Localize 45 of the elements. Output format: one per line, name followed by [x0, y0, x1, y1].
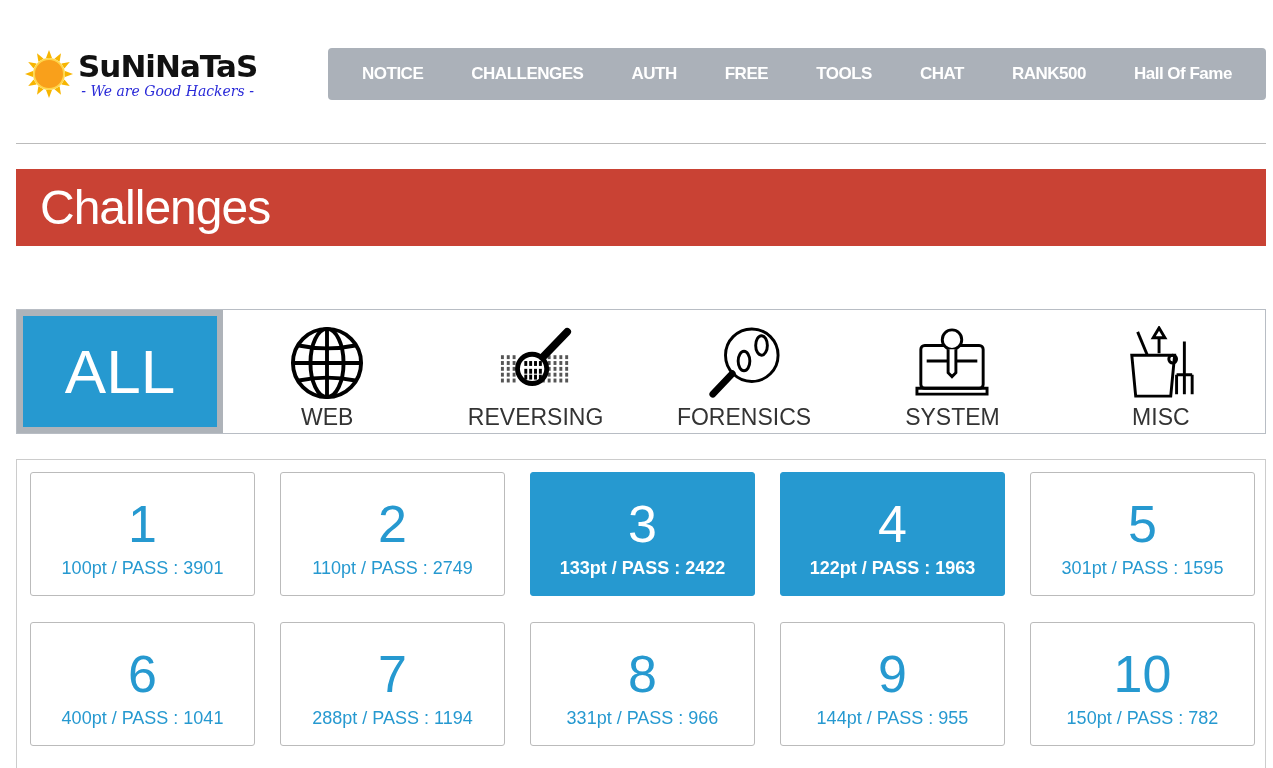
challenge-card[interactable]: 2 110pt / PASS : 2749 [280, 472, 505, 596]
challenge-info: 150pt / PASS : 782 [1066, 707, 1219, 729]
challenge-number: 1 [128, 497, 157, 550]
nav-link[interactable]: Hall Of Fame [1133, 64, 1232, 84]
site-logo-text: SuNiNaTaS [78, 49, 258, 83]
challenge-card[interactable]: 10 150pt / PASS : 782 [1030, 622, 1255, 746]
challenge-card[interactable]: 1 100pt / PASS : 3901 [30, 472, 255, 596]
challenge-number: 5 [1128, 497, 1157, 550]
challenge-card[interactable]: 6 400pt / PASS : 1041 [30, 622, 255, 746]
nav-link[interactable]: CHAT [919, 64, 964, 84]
challenge-info: 100pt / PASS : 3901 [61, 557, 224, 579]
nav-link[interactable]: NOTICE [362, 64, 424, 84]
challenge-number: 7 [378, 647, 407, 700]
page-title: Challenges [40, 180, 271, 235]
challenge-number: 9 [878, 647, 907, 700]
challenge-card[interactable]: 8 331pt / PASS : 966 [530, 622, 755, 746]
nav-link[interactable]: AUTH [631, 64, 677, 84]
challenge-number: 3 [628, 497, 657, 550]
site-tagline: - We are Good Hackers - [81, 83, 254, 99]
challenge-card[interactable]: 4 122pt / PASS : 1963 [780, 472, 1005, 596]
challenge-number: 8 [628, 647, 657, 700]
challenge-number: 2 [378, 497, 407, 550]
challenge-card[interactable]: 7 288pt / PASS : 1194 [280, 622, 505, 746]
nav-link[interactable]: FREE [724, 64, 769, 84]
challenge-card[interactable]: 9 144pt / PASS : 955 [780, 622, 1005, 746]
challenge-info: 331pt / PASS : 966 [566, 707, 719, 729]
category-tab[interactable]: ALL [17, 310, 223, 433]
nav-link[interactable]: TOOLS [816, 64, 872, 84]
challenge-info: 133pt / PASS : 2422 [559, 557, 726, 579]
challenge-card[interactable]: 3 133pt / PASS : 2422 [530, 472, 755, 596]
challenge-info: 110pt / PASS : 2749 [312, 557, 473, 579]
challenge-info: 301pt / PASS : 1595 [1061, 557, 1224, 579]
challenge-number: 6 [128, 647, 157, 700]
challenge-card[interactable]: 5 301pt / PASS : 1595 [1030, 472, 1255, 596]
nav-link[interactable]: CHALLENGES [471, 64, 584, 84]
globe-icon [290, 326, 365, 400]
challenge-info: 144pt / PASS : 955 [816, 707, 969, 729]
challenge-info: 288pt / PASS : 1194 [312, 707, 473, 729]
challenge-info: 400pt / PASS : 1041 [61, 707, 224, 729]
nav-link[interactable]: RANK500 [1011, 64, 1086, 84]
challenge-info: 122pt / PASS : 1963 [809, 557, 976, 579]
challenge-number: 10 [1113, 647, 1172, 700]
footprint-magnifier-icon [707, 326, 781, 400]
sun-icon [24, 49, 74, 99]
challenge-number: 4 [878, 497, 907, 550]
